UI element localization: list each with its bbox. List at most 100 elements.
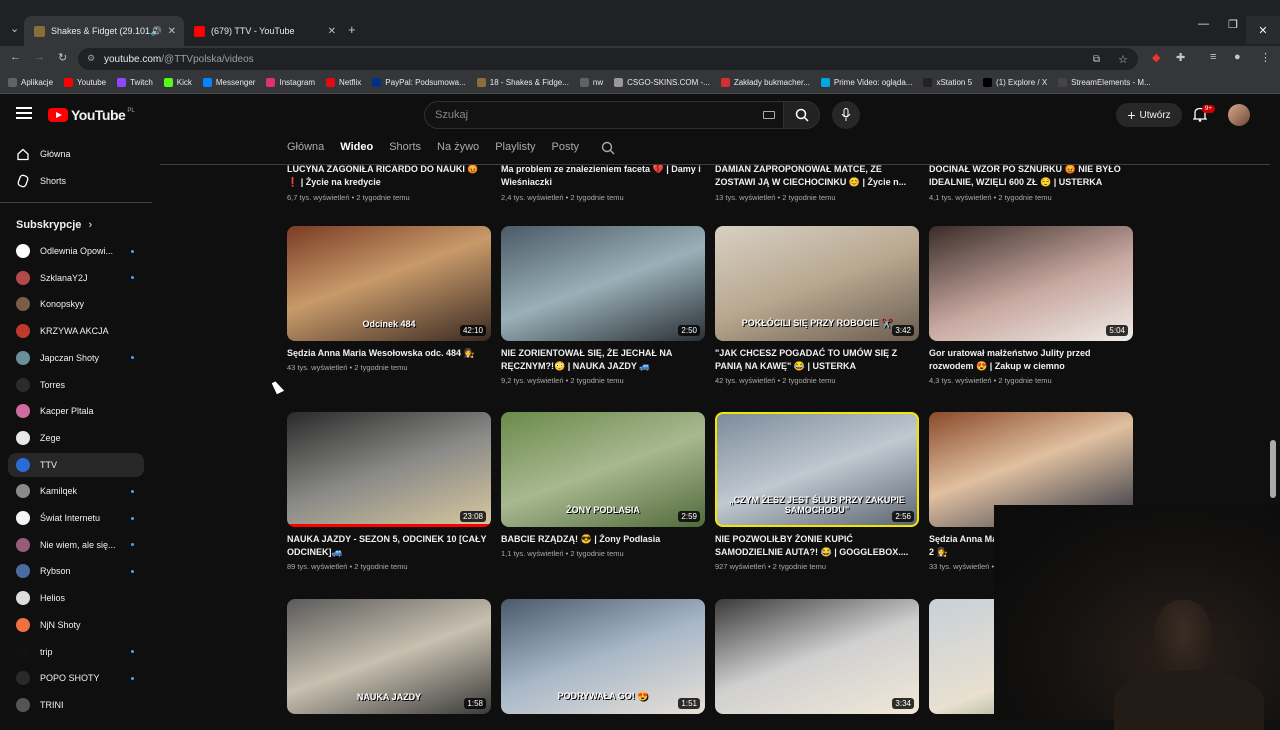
video-card[interactable]: Odcinek 484 42:10 Sędzia Anna Maria Wesoło…: [287, 226, 491, 372]
profile-icon[interactable]: ●: [1234, 51, 1241, 63]
video-title[interactable]: Sędzia Anna Maria Wesołowska odc. 484 👩‍…: [287, 347, 491, 360]
video-title[interactable]: DOCINAŁ WZÓR PO SZNURKU 😡 NIE BYŁO IDEAL…: [929, 165, 1133, 189]
video-title[interactable]: NAUKA JAZDY - SEZON 5, ODCINEK 10 [CAŁY …: [287, 533, 491, 559]
site-info-icon[interactable]: ⚙: [87, 53, 95, 64]
video-thumbnail[interactable]: ŻONY PODLASIA 2:59: [501, 412, 705, 527]
sidebar-item-home[interactable]: Główna: [8, 142, 144, 166]
video-card[interactable]: 2:50 NIE ZORIENTOWAŁ SIĘ, ŻE JECHAŁ NA RĘ…: [501, 226, 705, 385]
maximize-icon[interactable]: ❐: [1228, 18, 1238, 31]
video-card[interactable]: ŻONY PODLASIA 2:59 BABCIE RZĄDZĄ! 😎 | Żony…: [501, 412, 705, 558]
channel-tab[interactable]: Playlisty: [495, 141, 535, 163]
bookmark-item[interactable]: 18 - Shakes & Fidge...: [476, 78, 569, 87]
video-card[interactable]: LUCYNA ZAGONIŁA RICARDO DO NAUKI 😡 ❗ | Ż…: [287, 165, 491, 202]
bookmark-item[interactable]: xStation 5: [923, 78, 972, 87]
keyboard-icon[interactable]: [763, 111, 775, 119]
bookmark-item[interactable]: Aplikacje: [8, 78, 53, 87]
video-card[interactable]: POKŁÓCILI SIĘ PRZY ROBOCIE ✂️ 3:42 "JAK CH…: [715, 226, 919, 385]
sidebar-item-subscription[interactable]: Torres: [8, 373, 144, 397]
sidebar-item-subscription[interactable]: TRINI: [8, 693, 144, 717]
search-button[interactable]: [784, 101, 820, 129]
bookmark-item[interactable]: Prime Video: ogląda...: [820, 78, 912, 87]
video-thumbnail[interactable]: 5:04: [929, 226, 1133, 341]
bookmark-item[interactable]: StreamElements - M...: [1058, 78, 1151, 87]
bookmark-item[interactable]: Zakłady bukmacher...: [720, 78, 810, 87]
video-thumbnail[interactable]: „CZYM ŻESZ JEST ŚLUB PRZY ZAKUPIE SAMOCH…: [715, 412, 919, 527]
channel-search-icon[interactable]: [601, 141, 615, 160]
youtube-logo[interactable]: YouTube PL: [48, 107, 135, 123]
reload-icon[interactable]: ↻: [58, 51, 67, 64]
video-card[interactable]: 23:08 NAUKA JAZDY - SEZON 5, ODCINEK 10 […: [287, 412, 491, 571]
sidebar-item-subscription[interactable]: SzklanaY2J: [8, 266, 144, 290]
video-card[interactable]: NAUKA JAZDY 1:58: [287, 599, 491, 714]
video-card[interactable]: DOCINAŁ WZÓR PO SZNURKU 😡 NIE BYŁO IDEAL…: [929, 165, 1133, 202]
sidebar-item-subscription[interactable]: POPO SHOTY: [8, 666, 144, 690]
sidebar-item-subscription[interactable]: Konopskyy: [8, 292, 144, 316]
bookmark-item[interactable]: Netflix: [326, 78, 361, 87]
video-thumbnail[interactable]: Odcinek 484 42:10: [287, 226, 491, 341]
sidebar-item-subscription[interactable]: Kamilqek: [8, 479, 144, 503]
sidebar-item-subscription[interactable]: Kacper Pltala: [8, 399, 144, 423]
video-card[interactable]: DAMIAN ZAPROPONOWAŁ MATCE, ŻE ZOSTAWI JĄ…: [715, 165, 919, 202]
sidebar-item-subscription[interactable]: TTV: [8, 452, 144, 477]
back-icon[interactable]: ←: [10, 51, 21, 63]
video-title[interactable]: "JAK CHCESZ POGADAĆ TO UMÓW SIĘ Z PANIĄ …: [715, 347, 919, 373]
bookmark-item[interactable]: Youtube: [64, 78, 106, 87]
media-controls-icon[interactable]: ≡: [1210, 51, 1216, 63]
video-title[interactable]: Ma problem ze znalezieniem faceta 💔 | Da…: [501, 165, 705, 189]
create-button[interactable]: + Utwórz: [1116, 103, 1182, 127]
video-title[interactable]: NIE ZORIENTOWAŁ SIĘ, ŻE JECHAŁ NA RĘCZNY…: [501, 347, 705, 373]
extension-icon[interactable]: ◆: [1152, 51, 1160, 64]
video-thumbnail[interactable]: 3:34: [715, 599, 919, 714]
channel-tab[interactable]: Na żywo: [437, 141, 479, 163]
bookmark-item[interactable]: CSGO-SKINS.COM -...: [614, 78, 710, 87]
channel-tab[interactable]: Wideo: [340, 141, 373, 163]
search-input[interactable]: Szukaj: [424, 101, 784, 129]
scrollbar[interactable]: [1270, 440, 1276, 498]
video-title[interactable]: DAMIAN ZAPROPONOWAŁ MATCE, ŻE ZOSTAWI JĄ…: [715, 165, 919, 189]
video-title[interactable]: Gor uratował małżeństwo Julity przed roz…: [929, 347, 1133, 373]
sidebar-item-subscription[interactable]: Świat Internetu: [8, 506, 144, 530]
voice-search-button[interactable]: [832, 101, 860, 129]
bookmark-item[interactable]: nw: [579, 78, 603, 87]
video-thumbnail[interactable]: PODRYWAŁA GO! 😍 1:51: [501, 599, 705, 714]
bookmark-item[interactable]: Instagram: [266, 78, 315, 87]
sidebar-item-subscription[interactable]: Japczan Shoty: [8, 346, 144, 370]
account-avatar[interactable]: [1228, 104, 1250, 126]
window-close-icon[interactable]: ✕: [1246, 16, 1280, 44]
new-tab-icon[interactable]: +: [348, 22, 356, 37]
audio-icon[interactable]: 🔊: [151, 26, 162, 37]
bookmark-item[interactable]: (1) Explore / X: [983, 78, 1047, 87]
bookmark-item[interactable]: Messenger: [202, 78, 255, 87]
close-tab-icon[interactable]: ✕: [328, 26, 336, 37]
video-title[interactable]: LUCYNA ZAGONIŁA RICARDO DO NAUKI 😡 ❗ | Ż…: [287, 165, 491, 189]
video-title[interactable]: BABCIE RZĄDZĄ! 😎 | Żony Podlasia: [501, 533, 705, 546]
sidebar-item-subscription[interactable]: Odlewnia Opowi...: [8, 239, 144, 263]
tab-search-icon[interactable]: ⌄: [10, 22, 19, 35]
browser-tab-youtube[interactable]: (679) TTV - YouTube ✕: [184, 16, 344, 46]
bookmark-item[interactable]: Twitch: [117, 78, 153, 87]
sidebar-item-subscription[interactable]: trip: [8, 640, 144, 664]
sidebar-item-shorts[interactable]: Shorts: [8, 169, 144, 193]
minimize-icon[interactable]: —: [1198, 18, 1209, 30]
channel-tab[interactable]: Posty: [552, 141, 580, 163]
subscriptions-heading[interactable]: Subskrypcje ›: [16, 219, 92, 231]
bookmark-item[interactable]: PayPal: Podsumowa...: [372, 78, 466, 87]
video-thumbnail[interactable]: 2:50: [501, 226, 705, 341]
video-card[interactable]: „CZYM ŻESZ JEST ŚLUB PRZY ZAKUPIE SAMOCH…: [715, 412, 919, 571]
sidebar-item-subscription[interactable]: NjN Shoty: [8, 613, 144, 637]
sidebar-item-subscription[interactable]: Rybson: [8, 559, 144, 583]
chrome-menu-icon[interactable]: ⋮: [1260, 51, 1271, 64]
video-card[interactable]: PODRYWAŁA GO! 😍 1:51: [501, 599, 705, 714]
video-thumbnail[interactable]: NAUKA JAZDY 1:58: [287, 599, 491, 714]
close-tab-icon[interactable]: ✕: [168, 26, 176, 37]
translate-icon[interactable]: ⧉: [1093, 54, 1100, 65]
channel-tab[interactable]: Shorts: [389, 141, 421, 163]
channel-tab[interactable]: Główna: [287, 141, 324, 163]
address-bar[interactable]: ⚙ youtube.com/@TTVpolska/videos ⧉ ☆: [78, 48, 1138, 70]
menu-icon[interactable]: [16, 107, 32, 119]
video-thumbnail[interactable]: POKŁÓCILI SIĘ PRZY ROBOCIE ✂️ 3:42: [715, 226, 919, 341]
sidebar-item-subscription[interactable]: Zege: [8, 426, 144, 450]
bookmark-item[interactable]: Kick: [163, 78, 192, 87]
video-card[interactable]: 5:04 Gor uratował małżeństwo Julity przed…: [929, 226, 1133, 385]
sidebar-item-subscription[interactable]: KRZYWA AKCJA: [8, 319, 144, 343]
